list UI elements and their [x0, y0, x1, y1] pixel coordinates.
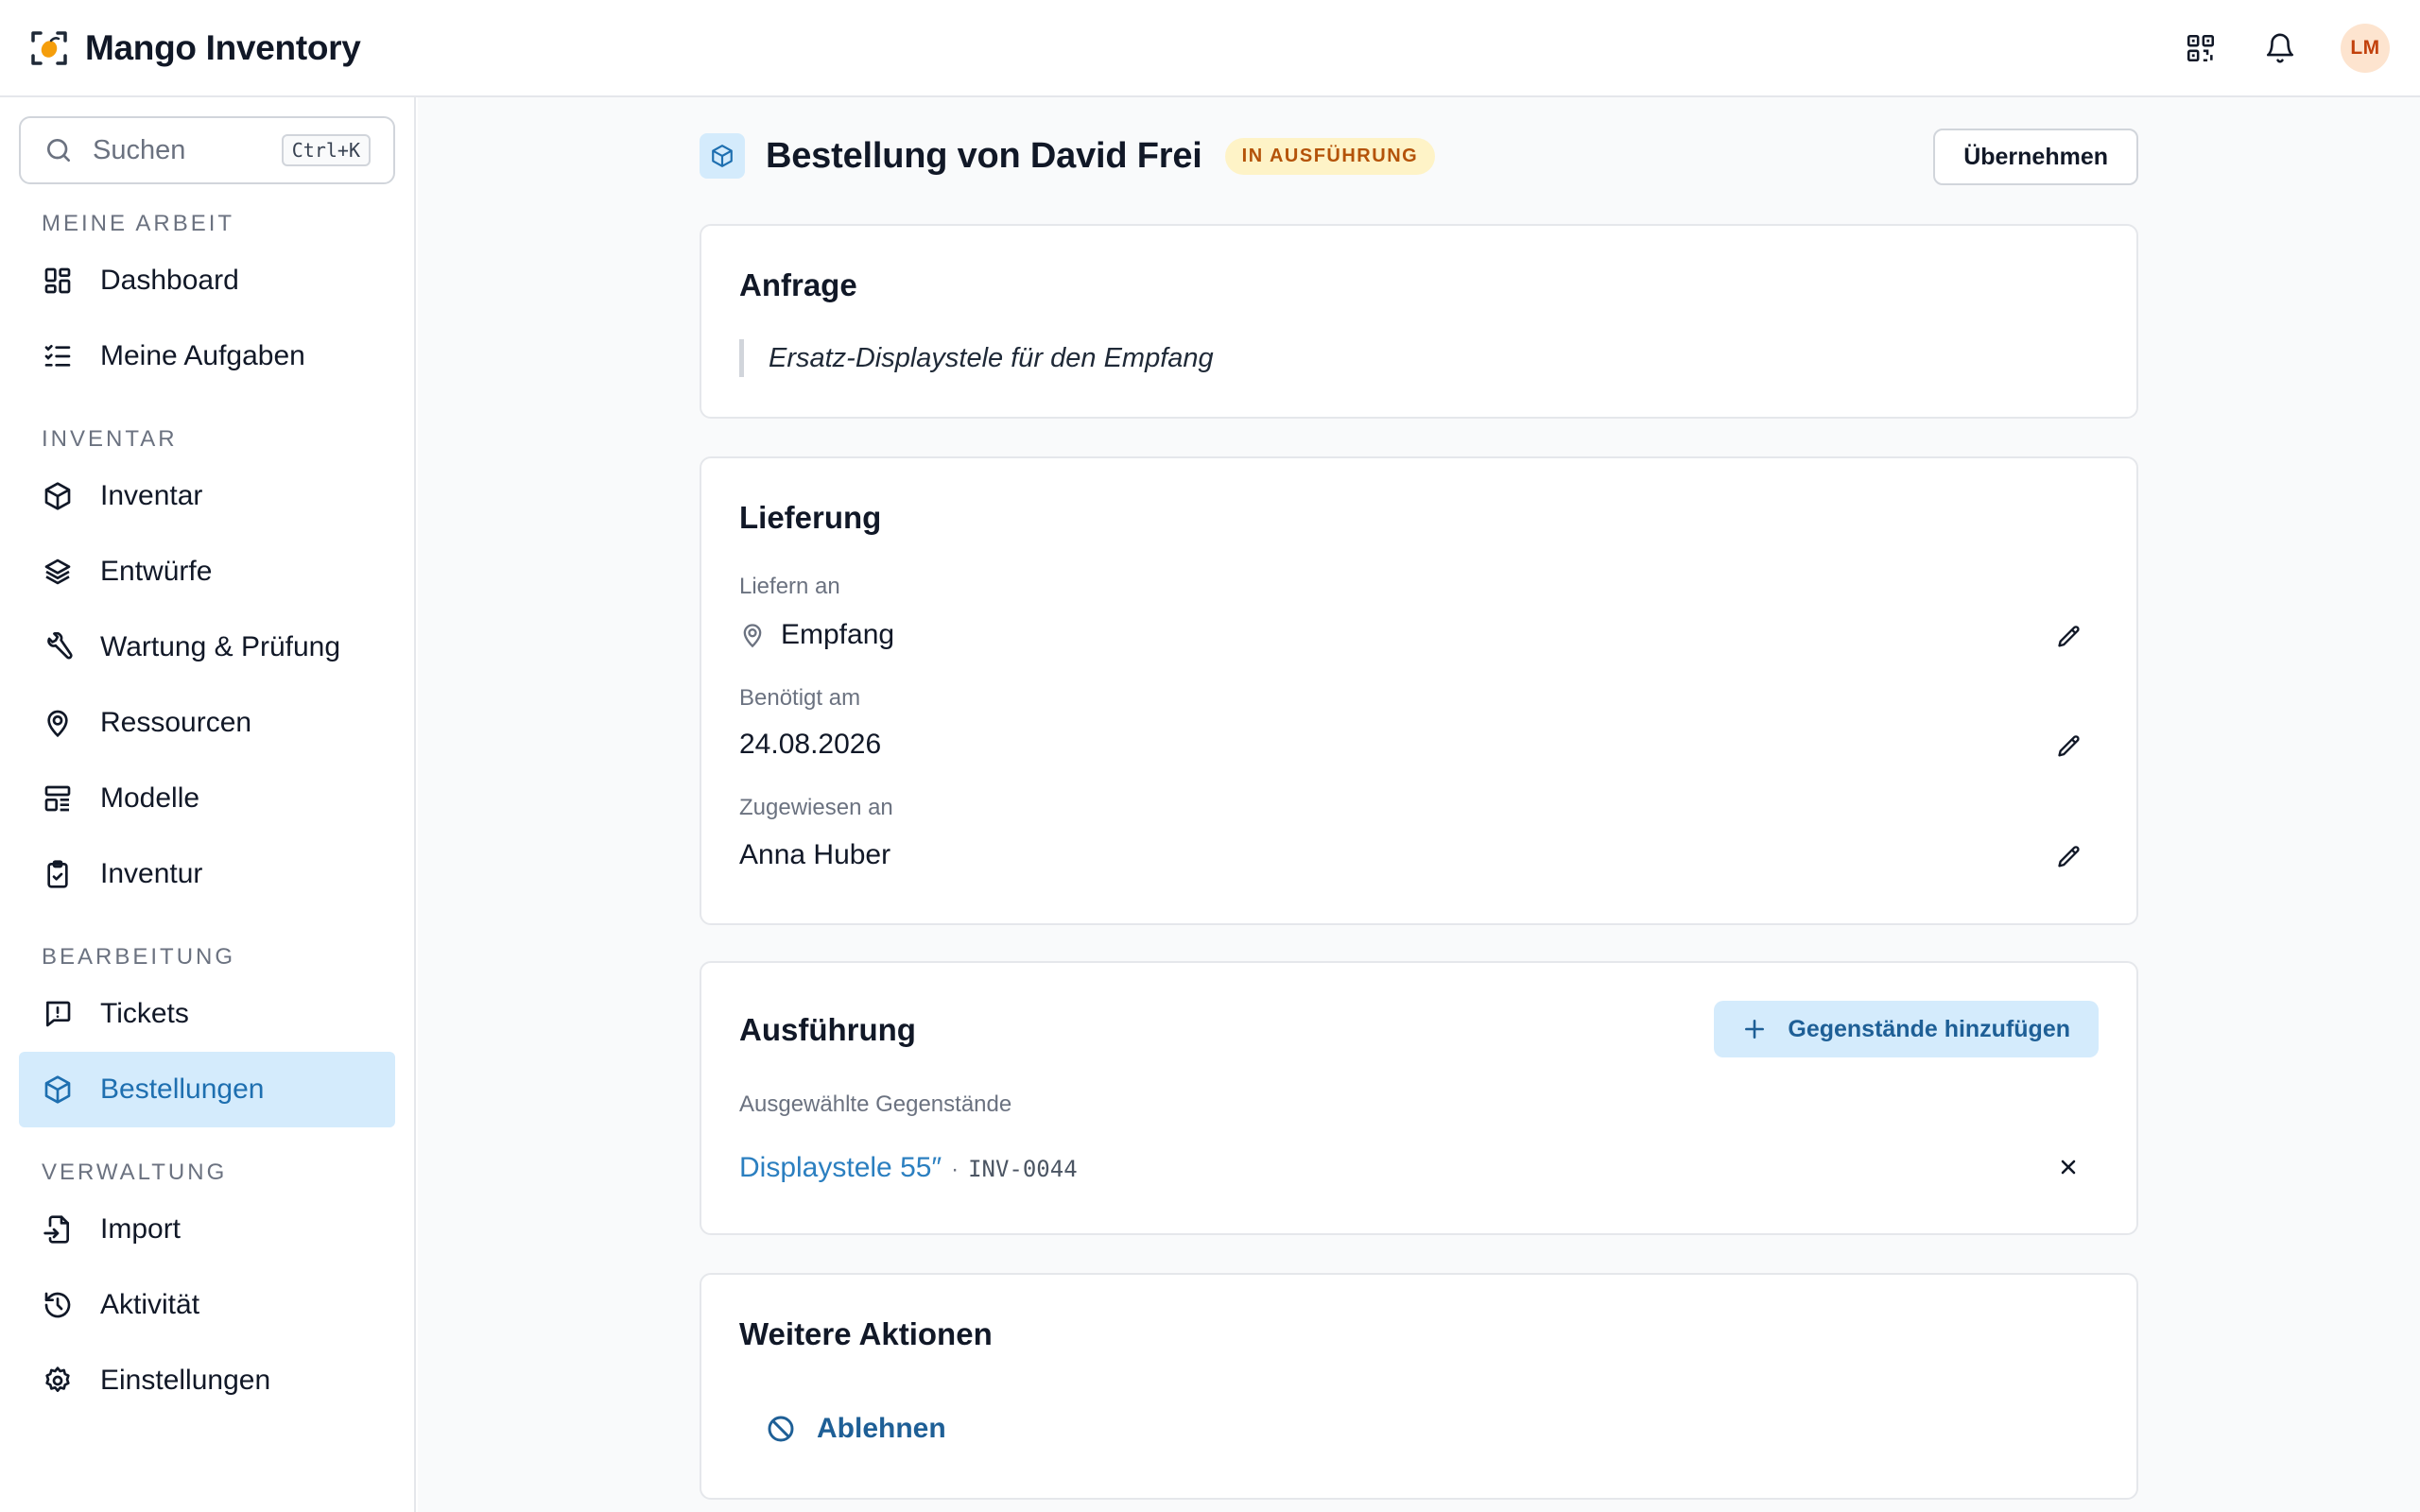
search-input[interactable]: [93, 134, 263, 166]
page-title: Bestellung von David Frei: [766, 135, 1202, 176]
sidebar-item-label: Entwürfe: [100, 556, 213, 587]
avatar[interactable]: LM: [2341, 23, 2390, 73]
plus-icon: [1745, 1020, 1765, 1039]
sidebar-item-einstellungen[interactable]: Einstellungen: [19, 1343, 395, 1418]
sidebar-item-modelle[interactable]: Modelle: [19, 761, 395, 836]
accept-button[interactable]: Übernehmen: [1933, 129, 2138, 185]
sidebar-item-inventar[interactable]: Inventar: [19, 458, 395, 534]
history-icon: [42, 1289, 74, 1321]
page-header: Bestellung von David Frei IN AUSFÜHRUNG …: [700, 97, 2138, 215]
delivery-title: Lieferung: [739, 500, 882, 535]
deliver-to-label: Liefern an: [739, 574, 840, 599]
file-import-icon: [42, 1213, 74, 1246]
edit-assigned-icon[interactable]: [2055, 843, 2083, 871]
sidebar-item-meine-aufgaben[interactable]: Meine Aufgaben: [19, 318, 395, 394]
edit-deliver-to-icon[interactable]: [2055, 623, 2083, 651]
sidebar-item-dashboard[interactable]: Dashboard: [19, 243, 395, 318]
deliver-to-value: Empfang: [739, 619, 894, 651]
needed-label: Benötigt am: [739, 685, 861, 711]
sidebar-item-ressourcen[interactable]: Ressourcen: [19, 685, 395, 761]
map-pin-icon: [743, 624, 762, 648]
sidebar-item-entwuerfe[interactable]: Entwürfe: [19, 534, 395, 610]
sidebar-item-label: Modelle: [100, 782, 200, 814]
box-icon: [42, 1074, 74, 1106]
sidebar-item-label: Bestellungen: [100, 1074, 265, 1105]
edit-needed-icon[interactable]: [2055, 732, 2083, 761]
execution-title: Ausführung: [739, 1012, 916, 1047]
search-icon: [47, 139, 70, 162]
qr-code-icon[interactable]: [2182, 29, 2220, 67]
top-bar: Mango Inventory LM: [0, 0, 2420, 97]
deliver-to-text: Empfang: [781, 619, 895, 650]
sidebar-item-label: Ressourcen: [100, 707, 252, 738]
delivery-card: Lieferung Liefern an Empfang Benötigt am…: [700, 456, 2138, 925]
wrench-icon: [42, 631, 74, 663]
request-card: Anfrage Ersatz-Displaystele für den Empf…: [700, 224, 2138, 419]
sidebar-item-label: Inventar: [100, 480, 203, 511]
sidebar-item-label: Dashboard: [100, 265, 239, 296]
sidebar-item-tickets[interactable]: Tickets: [19, 976, 395, 1052]
execution-card: Ausführung Gegenstände hinzufügen Ausgew…: [700, 961, 2138, 1235]
sidebar-item-label: Tickets: [100, 998, 189, 1029]
reject-button[interactable]: Ablehnen: [766, 1413, 946, 1445]
sidebar-item-label: Meine Aufgaben: [100, 340, 305, 371]
sidebar-item-label: Einstellungen: [100, 1365, 271, 1396]
map-pin-icon: [42, 707, 74, 739]
item-link[interactable]: Displaystele 55″: [739, 1152, 942, 1184]
sidebar: Ctrl+K MEINE ARBEIT Dashboard Meine Aufg…: [0, 97, 416, 1512]
ban-icon: [768, 1416, 794, 1442]
more-actions-title: Weitere Aktionen: [739, 1316, 993, 1351]
request-text: Ersatz-Displaystele für den Empfang: [739, 339, 1214, 377]
selected-items-label: Ausgewählte Gegenstände: [739, 1091, 1012, 1117]
sidebar-item-label: Import: [100, 1213, 182, 1245]
assigned-value: Anna Huber: [739, 839, 891, 870]
section-title-meine-arbeit: MEINE ARBEIT: [42, 211, 235, 236]
reject-label: Ablehnen: [817, 1413, 946, 1444]
gear-icon: [42, 1365, 74, 1397]
logo-icon: [31, 30, 67, 65]
sidebar-item-import[interactable]: Import: [19, 1192, 395, 1267]
request-title: Anfrage: [739, 267, 857, 302]
needed-value: 24.08.2026: [739, 729, 882, 760]
sidebar-item-aktivitaet[interactable]: Aktivität: [19, 1267, 395, 1343]
item-separator: ·: [951, 1157, 959, 1182]
message-alert-icon: [42, 998, 74, 1030]
section-title-inventar: INVENTAR: [42, 426, 178, 452]
search-box[interactable]: Ctrl+K: [19, 116, 395, 184]
brand[interactable]: Mango Inventory: [30, 28, 361, 68]
status-badge: IN AUSFÜHRUNG: [1224, 137, 1436, 175]
box-icon: [700, 133, 745, 179]
sidebar-item-inventur[interactable]: Inventur: [19, 836, 395, 912]
layout-icon: [42, 782, 74, 815]
box-icon: [42, 480, 74, 512]
sidebar-item-label: Aktivität: [100, 1289, 200, 1320]
dashboard-icon: [42, 265, 74, 297]
section-title-verwaltung: VERWALTUNG: [42, 1160, 228, 1185]
more-actions-card: Weitere Aktionen Ablehnen: [700, 1273, 2138, 1500]
sidebar-item-bestellungen[interactable]: Bestellungen: [19, 1052, 395, 1127]
assigned-label: Zugewiesen an: [739, 795, 893, 820]
selected-item: Displaystele 55″ · INV-0044: [739, 1152, 1078, 1184]
checklist-icon: [42, 340, 74, 372]
section-title-bearbeitung: BEARBEITUNG: [42, 944, 236, 970]
sidebar-item-label: Wartung & Prüfung: [100, 631, 341, 662]
sidebar-item-wartung[interactable]: Wartung & Prüfung: [19, 610, 395, 685]
add-items-label: Gegenstände hinzufügen: [1788, 1015, 2070, 1042]
layers-icon: [42, 556, 74, 588]
add-items-button[interactable]: Gegenstände hinzufügen: [1714, 1001, 2099, 1057]
clipboard-check-icon: [42, 858, 74, 890]
main-content: Bestellung von David Frei IN AUSFÜHRUNG …: [418, 97, 2420, 1512]
bell-icon[interactable]: [2261, 29, 2299, 67]
sidebar-item-label: Inventur: [100, 858, 203, 889]
remove-item-icon[interactable]: [2053, 1152, 2083, 1182]
search-shortcut: Ctrl+K: [281, 134, 371, 166]
app-title: Mango Inventory: [85, 27, 361, 67]
item-code: INV-0044: [968, 1156, 1078, 1182]
